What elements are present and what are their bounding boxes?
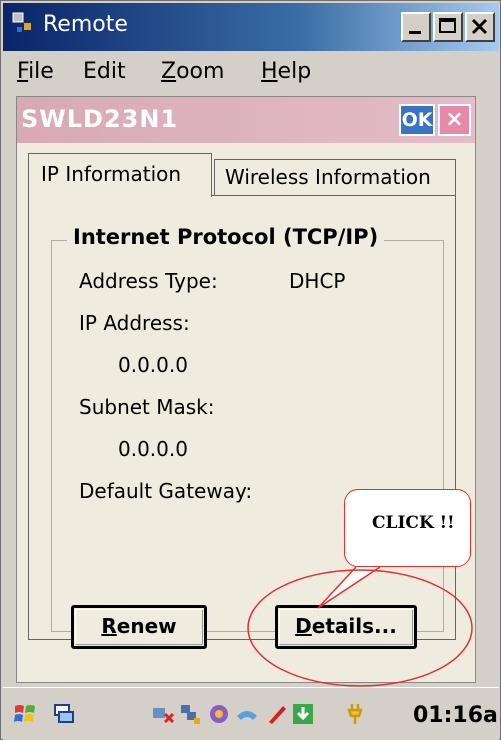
highlight-ellipse [247, 569, 473, 687]
annotation-overlay [247, 566, 473, 687]
callout-text: CLICK !! [372, 513, 455, 533]
callout-pointer [317, 566, 381, 609]
tab-ip-information[interactable]: IP Information [28, 153, 212, 197]
